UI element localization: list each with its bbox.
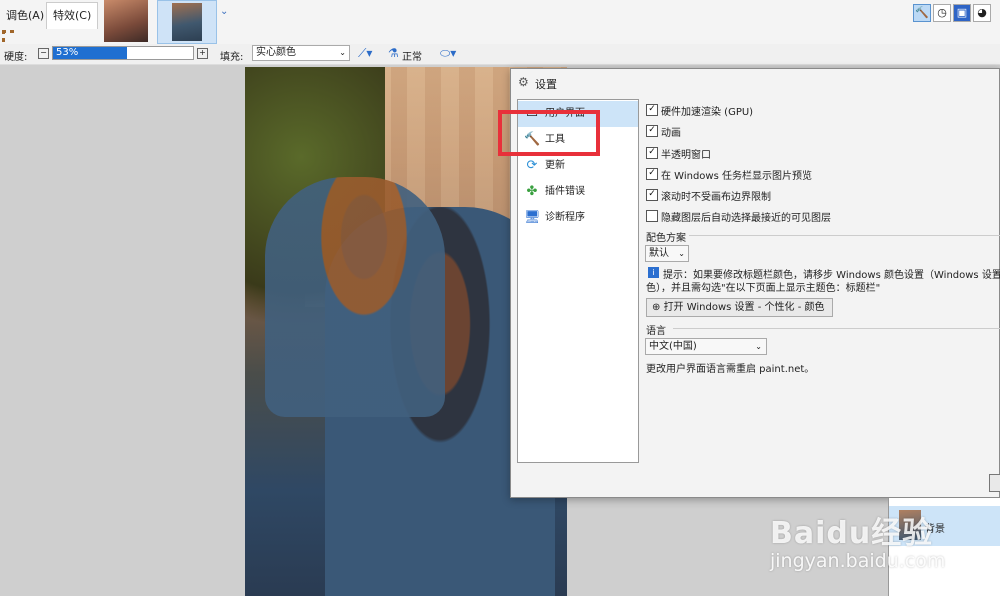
nav-item-plugin-errors[interactable]: ✤ 插件错误 (518, 179, 638, 205)
fill-mode-value: 实心颜色 (256, 47, 296, 58)
auto-select-layer-checkbox[interactable] (646, 210, 658, 222)
blend-mode-icon[interactable]: ⚗ (388, 46, 399, 60)
color-scheme-heading: 配色方案 (646, 233, 686, 244)
color-scheme-value: 默认 (649, 248, 669, 259)
chevron-down-icon: ⌄ (678, 249, 685, 258)
gpu-rendering-checkbox[interactable]: ✓ (646, 104, 658, 116)
diagnostics-icon: 🖥 (524, 210, 541, 225)
open-windows-settings-button[interactable]: ⊕ 打开 Windows 设置 - 个性化 - 颜色 (646, 298, 833, 317)
watermark-logo: Baidu经验 (770, 516, 934, 551)
hardness-increase-button[interactable]: + (197, 48, 208, 59)
gpu-rendering-label: 硬件加速渲染 (GPU) (661, 107, 754, 118)
hardness-value: 53% (56, 47, 79, 58)
menu-adjustments[interactable]: 调色(A) (0, 6, 50, 26)
blend-mode-label[interactable]: 正常 (402, 48, 422, 63)
nav-item-diagnostics[interactable]: 🖥 诊断程序 (518, 205, 638, 231)
photo-woman (265, 177, 445, 417)
scroll-unbounded-checkbox[interactable]: ✓ (646, 189, 658, 201)
hardness-decrease-button[interactable]: − (38, 48, 49, 59)
close-button[interactable] (989, 474, 1000, 492)
divider (673, 328, 1000, 329)
colors-window-icon[interactable]: ◕ (973, 4, 991, 22)
tools-window-icon[interactable]: 🔨 (913, 4, 931, 22)
tool-options-bar: 硬度: − 53% + 填充: 实心颜色 ⌄ ⟋▾ ⚗ 正常 ⬭▾ (0, 44, 1000, 65)
animations-label: 动画 (661, 128, 681, 139)
color-scheme-select[interactable]: 默认 ⌄ (645, 245, 689, 262)
auto-select-layer-label: 隐藏图层后自动选择最接近的可见图层 (661, 213, 831, 224)
hardness-slider[interactable]: 53% (52, 46, 194, 60)
language-heading: 语言 (646, 326, 666, 337)
ruler-corner-icon (2, 30, 14, 42)
language-select[interactable]: 中文(中国) ⌄ (645, 338, 767, 355)
translucent-windows-checkbox[interactable]: ✓ (646, 147, 658, 159)
gear-icon: ⚙ (518, 75, 529, 89)
layers-window-icon[interactable]: ▣ (953, 4, 971, 22)
image-tab-thumbnail-2-active[interactable] (157, 0, 217, 44)
language-restart-note: 更改用户界面语言需重启 paint.net。 (646, 364, 815, 375)
image-thumbnail (172, 3, 202, 41)
language-value: 中文(中国) (649, 341, 697, 352)
nav-item-label: 诊断程序 (545, 212, 585, 223)
chevron-down-icon: ⌄ (339, 48, 346, 57)
alpha-mode-icon[interactable]: ⬭▾ (440, 46, 456, 61)
translucent-windows-label: 半透明窗口 (661, 150, 711, 161)
fill-label: 填充: (220, 52, 244, 63)
nav-item-updates[interactable]: ⟳ 更新 (518, 153, 638, 179)
settings-gear-icon: ⊕ (652, 302, 664, 313)
nav-item-label: 更新 (545, 160, 565, 171)
open-windows-settings-label: 打开 Windows 设置 - 个性化 - 颜色 (663, 302, 825, 313)
divider (689, 235, 1000, 236)
chevron-down-icon: ⌄ (755, 342, 762, 351)
antialiasing-pen-icon[interactable]: ⟋▾ (358, 46, 372, 61)
puzzle-icon: ✤ (526, 184, 538, 199)
fill-mode-select[interactable]: 实心颜色 ⌄ (252, 45, 350, 61)
scroll-unbounded-label: 滚动时不受画布边界限制 (661, 192, 771, 203)
taskbar-preview-label: 在 Windows 任务栏显示图片预览 (661, 171, 812, 182)
tip-text-line-2: 色），并且需勾选"在以下页面上显示主题色：标题栏" (646, 283, 881, 294)
watermark-url: jingyan.baidu.com (770, 550, 946, 572)
hardness-label: 硬度: (4, 52, 28, 63)
history-window-icon[interactable]: ◷ (933, 4, 951, 22)
annotation-highlight-box (498, 110, 600, 156)
info-icon: i (648, 267, 659, 278)
animations-checkbox[interactable]: ✓ (646, 125, 658, 137)
dialog-title: 设置 (535, 78, 557, 91)
tabs-dropdown-icon[interactable]: ⌄ (220, 6, 228, 17)
menu-bar: 调色(A) 特效(C) ⌄ 🔨 ◷ ▣ ◕ (0, 0, 1000, 45)
nav-item-label: 插件错误 (545, 186, 585, 197)
menu-effects[interactable]: 特效(C) (46, 2, 99, 29)
update-icon: ⟳ (526, 158, 538, 173)
image-tab-thumbnail-1[interactable] (104, 0, 148, 42)
taskbar-preview-checkbox[interactable]: ✓ (646, 168, 658, 180)
